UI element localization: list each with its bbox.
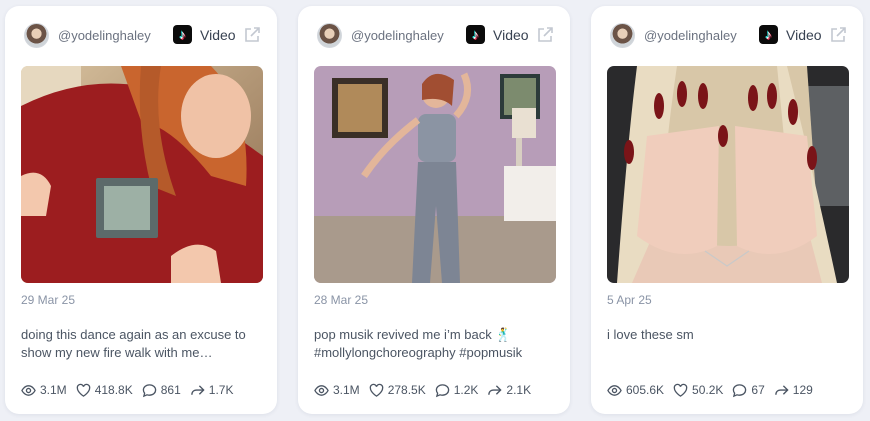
comments-count: 1.2K [453, 383, 479, 397]
likes-stat: 278.5K [369, 383, 426, 398]
likes-stat: 418.8K [76, 383, 133, 398]
likes-stat: 50.2K [673, 383, 723, 398]
external-link-icon[interactable] [829, 26, 847, 44]
caption-line: doing this dance again as an excuse to [21, 327, 246, 342]
username[interactable]: @yodelinghaley [644, 28, 737, 43]
tiktok-icon: ♪ [173, 25, 192, 44]
comment-icon [435, 383, 449, 397]
eye-icon [314, 384, 329, 396]
video-thumbnail[interactable] [21, 66, 263, 283]
caption-line: i love these sm [607, 327, 694, 342]
heart-icon [673, 383, 688, 397]
eye-icon [21, 384, 36, 396]
views-count: 3.1M [40, 383, 67, 397]
likes-count: 278.5K [387, 383, 426, 397]
shares-count: 129 [792, 383, 813, 397]
share-icon [774, 384, 789, 395]
card-header: @yodelinghaley ♪ Video [607, 6, 852, 64]
card-header: @yodelinghaley ♪ Video [21, 6, 266, 64]
views-count: 3.1M [333, 383, 360, 397]
post-caption: pop musik revived me i’m back 🕺 #mollylo… [314, 326, 559, 362]
views-stat: 3.1M [21, 383, 67, 398]
post-type-label: Video [493, 27, 529, 43]
shares-stat: 129 [774, 383, 813, 398]
comment-icon [142, 383, 156, 397]
post-type-label: Video [200, 27, 236, 43]
stats-row: 3.1M 418.8K 861 1.7K [21, 381, 233, 399]
username[interactable]: @yodelinghaley [58, 28, 151, 43]
share-icon [190, 384, 205, 395]
comments-stat: 1.2K [435, 383, 479, 398]
video-thumbnail[interactable] [607, 66, 849, 283]
caption-line: show my new fire walk with me… [21, 345, 213, 360]
username[interactable]: @yodelinghaley [351, 28, 444, 43]
stats-row: 605.6K 50.2K 67 129 [607, 381, 813, 399]
avatar[interactable] [610, 23, 635, 48]
eye-icon [607, 384, 622, 396]
external-link-icon[interactable] [536, 26, 554, 44]
thumbnail-image [21, 66, 263, 283]
thumbnail-image [607, 66, 849, 283]
heart-icon [76, 383, 90, 397]
likes-count: 418.8K [94, 383, 133, 397]
heart-icon [369, 383, 383, 397]
post-date: 28 Mar 25 [314, 293, 369, 307]
shares-stat: 1.7K [190, 383, 234, 398]
shares-count: 1.7K [208, 383, 234, 397]
comments-stat: 67 [732, 383, 765, 398]
post-date: 29 Mar 25 [21, 293, 76, 307]
card-header: @yodelinghaley ♪ Video [314, 6, 559, 64]
avatar[interactable] [24, 23, 49, 48]
shares-count: 2.1K [506, 383, 532, 397]
post-caption: doing this dance again as an excuse to s… [21, 326, 266, 362]
post-card[interactable]: @yodelinghaley ♪ Video [591, 6, 863, 414]
comments-stat: 861 [142, 383, 181, 398]
post-caption: i love these sm [607, 326, 852, 344]
views-count: 605.6K [626, 383, 665, 397]
stats-row: 3.1M 278.5K 1.2K 2.1K [314, 381, 531, 399]
post-date: 5 Apr 25 [607, 293, 652, 307]
post-type-label: Video [786, 27, 822, 43]
post-card[interactable]: @yodelinghaley ♪ Video [5, 6, 277, 414]
thumbnail-image [314, 66, 556, 283]
caption-line: #mollylongchoreography #popmusik [314, 345, 523, 360]
video-thumbnail[interactable] [314, 66, 556, 283]
comment-icon [733, 383, 747, 397]
comments-count: 67 [751, 383, 765, 397]
comments-count: 861 [160, 383, 181, 397]
share-icon [488, 384, 503, 395]
tiktok-icon: ♪ [759, 25, 778, 44]
external-link-icon[interactable] [243, 26, 261, 44]
shares-stat: 2.1K [487, 383, 531, 398]
avatar[interactable] [317, 23, 342, 48]
post-card[interactable]: @yodelinghaley ♪ Video [298, 6, 570, 414]
caption-line: pop musik revived me i’m back 🕺 [314, 327, 512, 342]
views-stat: 3.1M [314, 383, 360, 398]
views-stat: 605.6K [607, 383, 664, 398]
tiktok-icon: ♪ [466, 25, 485, 44]
likes-count: 50.2K [692, 383, 724, 397]
